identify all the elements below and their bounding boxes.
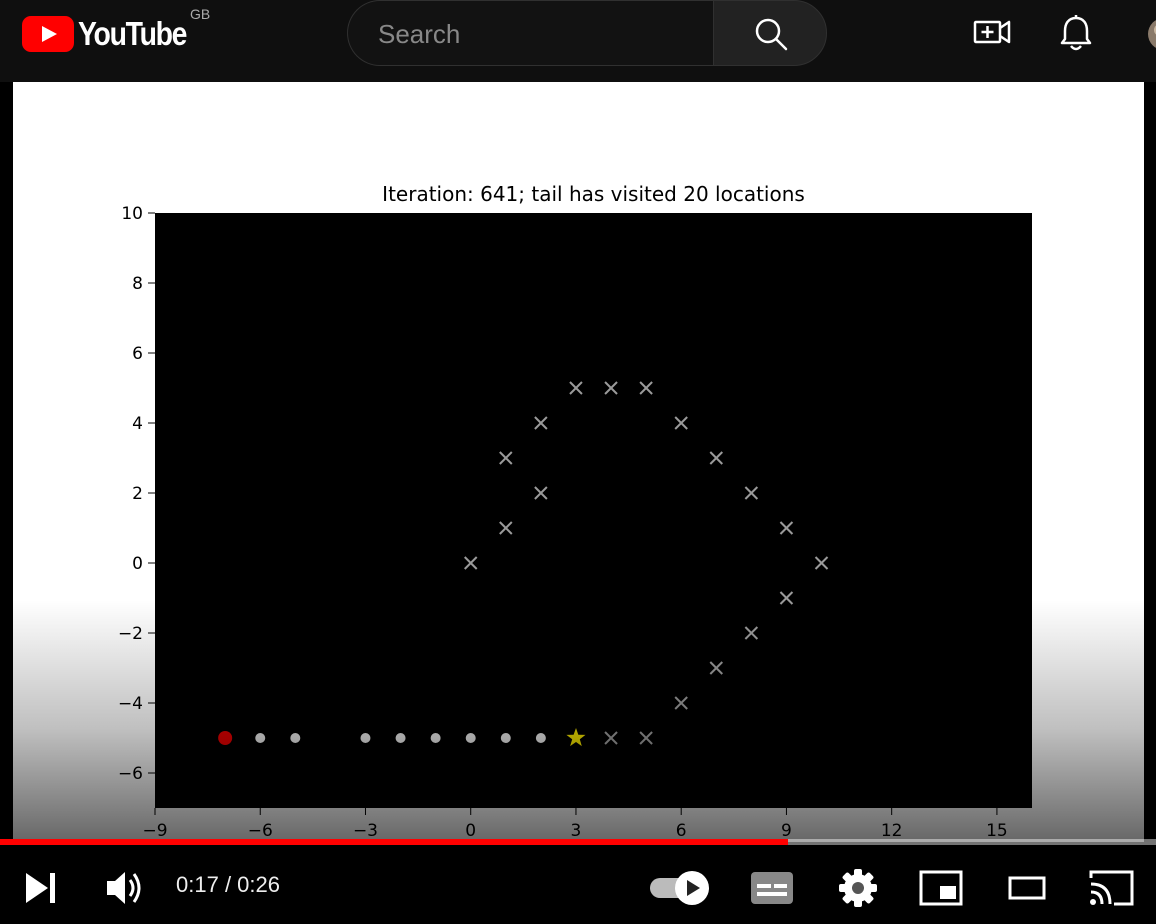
knot-dot [290, 733, 301, 743]
x-tick-label: 0 [465, 821, 476, 841]
y-tick-label: −4 [118, 694, 143, 714]
x-tick-label: 3 [571, 821, 582, 841]
knot-dot [360, 733, 371, 743]
knot-dot [255, 733, 266, 743]
x-tick-label: −3 [353, 821, 378, 841]
scatter-chart: Iteration: 641; tail has visited 20 loca… [118, 182, 1032, 841]
y-tick-label: 2 [132, 484, 143, 504]
x-tick-label: 9 [781, 821, 792, 841]
autoplay-toggle-icon[interactable] [648, 870, 714, 908]
search-icon [755, 18, 788, 51]
head-dot [218, 731, 233, 745]
y-tick-label: 4 [132, 414, 143, 434]
video-frame[interactable]: Iteration: 641; tail has visited 20 loca… [13, 82, 1144, 842]
y-tick-label: −6 [118, 764, 143, 784]
x-tick-label: 6 [676, 821, 687, 841]
logo-text: YouTube [78, 15, 187, 52]
theater-mode-icon[interactable] [1006, 870, 1050, 906]
notifications-bell-icon[interactable] [1056, 12, 1096, 54]
y-tick-label: 6 [132, 344, 143, 364]
plot-area [155, 213, 1032, 808]
search-button[interactable] [713, 0, 827, 66]
country-code: GB [190, 6, 211, 22]
chart-title: Iteration: 641; tail has visited 20 loca… [382, 182, 805, 206]
progress-bar[interactable] [0, 839, 1156, 845]
miniplayer-icon[interactable] [918, 868, 966, 908]
time-separator: / [218, 872, 238, 897]
search-box [347, 0, 713, 66]
knot-dot [500, 733, 511, 743]
x-tick-label: −9 [142, 821, 167, 841]
youtube-logo-icon [22, 16, 74, 52]
youtube-logo[interactable]: YouTube GB [22, 6, 222, 54]
duration: 0:26 [237, 872, 280, 897]
x-tick-label: 12 [881, 821, 903, 841]
y-tick-label: 10 [121, 204, 143, 224]
y-tick-label: −2 [118, 624, 143, 644]
avatar[interactable] [1146, 16, 1156, 52]
y-tick-label: 8 [132, 274, 143, 294]
x-tick-label: 15 [986, 821, 1008, 841]
current-time: 0:17 [176, 872, 219, 897]
knot-dot [465, 733, 476, 743]
y-tick-label: 0 [132, 554, 143, 574]
time-display: 0:17 / 0:26 [176, 872, 280, 898]
search-input[interactable] [376, 15, 700, 53]
masthead: YouTube GB [0, 0, 1156, 82]
create-video-icon[interactable] [970, 14, 1014, 52]
progress-played [0, 839, 788, 845]
volume-icon[interactable] [104, 868, 146, 908]
cast-icon[interactable] [1088, 866, 1136, 910]
x-tick-label: −6 [248, 821, 273, 841]
subtitles-icon[interactable] [748, 868, 796, 908]
settings-icon[interactable] [836, 866, 880, 910]
knot-dot [430, 733, 441, 743]
next-icon[interactable] [22, 870, 62, 906]
knot-dot [395, 733, 406, 743]
knot-dot [535, 733, 546, 743]
